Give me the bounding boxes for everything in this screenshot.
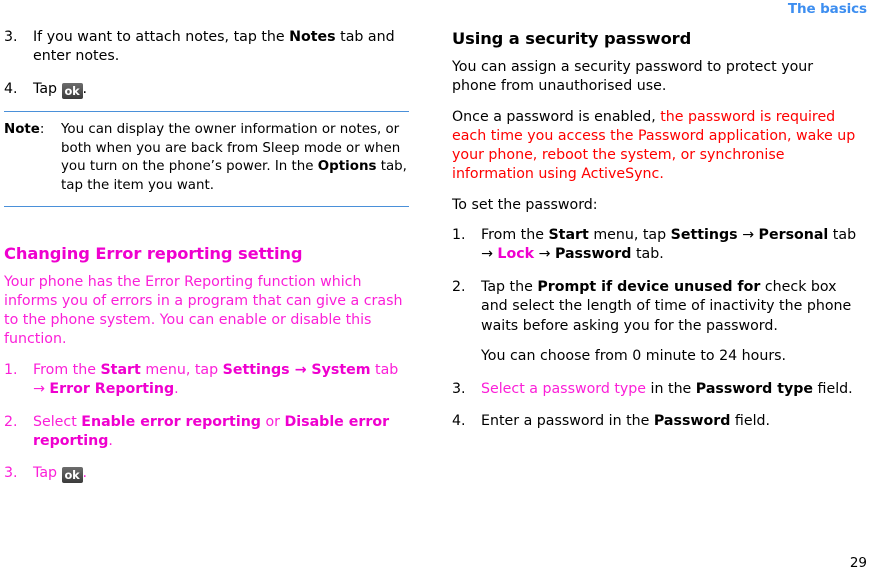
text-run: Start <box>100 361 141 378</box>
text-run: menu, tap <box>140 361 223 378</box>
text-run: . <box>108 433 113 449</box>
paragraph: To set the password: <box>452 196 859 215</box>
text-run: . <box>82 80 88 97</box>
step-sub-paragraph: You can choose from 0 minute to 24 hours… <box>481 348 787 365</box>
paragraph: Once a password is enabled, the password… <box>452 108 859 185</box>
text-run: Personal <box>758 227 829 244</box>
step-item: 3. Tap ok. <box>4 464 411 484</box>
step-text: If you want to attach notes, tap the Not… <box>33 29 395 64</box>
text-run: Tap the <box>481 278 538 295</box>
page-number: 29 <box>849 555 867 571</box>
text-run: Settings <box>670 227 738 244</box>
note-callout: Note: You can display the owner informat… <box>4 111 409 207</box>
text-run: → <box>737 227 759 244</box>
text-run: From the <box>33 361 101 378</box>
text-run: Password <box>554 246 632 263</box>
text-run: Select <box>33 413 82 430</box>
step-number: 3. <box>4 29 18 45</box>
step-text: Select a password type in the Password t… <box>481 381 853 397</box>
step-item: 4. Enter a password in the Password field… <box>452 412 859 431</box>
text-run: Start <box>548 227 589 244</box>
security-password-paragraphs: You can assign a security password to pr… <box>452 58 859 215</box>
step-text: From the Start menu, tap Settings → Syst… <box>33 362 398 397</box>
text-run: tab <box>370 361 399 378</box>
text-run: System <box>311 361 371 378</box>
text-run: → <box>289 361 312 378</box>
section-intro-paragraph: Your phone has the Error Reporting funct… <box>4 273 403 348</box>
note-text: You can display the owner information or… <box>61 122 407 193</box>
note-label-colon: : <box>39 122 45 138</box>
section-heading-security-password: Using a security password <box>452 29 692 48</box>
ok-key-glyph: ok <box>61 82 83 99</box>
text-run: → <box>534 246 555 263</box>
text-run: → <box>33 381 50 398</box>
step-number: 1. <box>452 227 466 244</box>
text-run: Select a password type <box>481 380 647 397</box>
text-run: in the <box>646 380 696 397</box>
step-text: Enter a password in the Password field. <box>481 413 770 429</box>
step-text: From the Start menu, tap Settings → Pers… <box>481 227 856 262</box>
note-label-word: Note <box>4 122 40 138</box>
step-number: 2. <box>452 278 466 295</box>
security-password-step-list: 1. From the Start menu, tap Settings → Pe… <box>452 226 859 431</box>
text-run: To set the password: <box>452 196 598 213</box>
step-number: 4. <box>4 80 18 97</box>
text-run: From the <box>481 227 549 244</box>
text-run: . <box>174 381 179 398</box>
running-header-title: The basics <box>787 1 867 17</box>
step-number: 3. <box>452 380 466 397</box>
text-run: You can assign a security password to pr… <box>452 59 814 95</box>
step-text: Select Enable error reporting or Disable… <box>33 414 389 449</box>
text-run: Password <box>653 412 731 429</box>
text-run: . <box>82 465 88 482</box>
text-run: field. <box>730 412 771 429</box>
text-run: Options <box>317 159 377 175</box>
step-item: 3. Select a password type in the Password… <box>452 380 859 399</box>
text-run: Notes <box>289 29 336 45</box>
text-run: Password type <box>695 380 814 397</box>
step-item: 2. Tap the Prompt if device unused for ch… <box>452 278 859 367</box>
text-run: Settings <box>222 361 290 378</box>
text-run: Tap <box>33 465 62 482</box>
step-item: 4. Tap ok. <box>4 80 411 99</box>
error-reporting-step-list: 1. From the Start menu, tap Settings → Sy… <box>4 361 411 484</box>
step-text: Tap ok. <box>33 80 88 99</box>
step-item: 1. From the Start menu, tap Settings → Sy… <box>4 361 411 400</box>
step-text: Tap the Prompt if device unused for chec… <box>481 279 851 334</box>
text-run: Tap <box>33 80 62 97</box>
right-column: Using a security password You can assign… <box>452 28 859 431</box>
text-run: . <box>659 166 664 183</box>
step-item: 3. If you want to attach notes, tap the N… <box>4 28 411 67</box>
left-continued-step-list: 3. If you want to attach notes, tap the N… <box>4 28 411 99</box>
text-run: If you want to attach notes, tap the <box>33 29 290 45</box>
ok-key-glyph: ok <box>61 467 83 484</box>
text-run: Lock <box>497 246 535 263</box>
text-run: or <box>260 413 285 430</box>
step-text: Tap ok. <box>33 465 88 484</box>
step-number: 4. <box>452 412 466 429</box>
section-heading-error-reporting: Changing Error reporting setting <box>4 243 303 263</box>
page-header: The basics <box>0 0 875 22</box>
step-number: 2. <box>4 413 18 430</box>
step-number: 1. <box>4 361 18 378</box>
step-item: 2. Select Enable error reporting or Disab… <box>4 413 411 452</box>
left-column: 3. If you want to attach notes, tap the N… <box>4 28 411 484</box>
text-run: Once a password is enabled, <box>452 108 661 125</box>
note-label: Note: <box>4 121 44 140</box>
text-run: Prompt if device unused for <box>537 278 761 295</box>
text-run: Enable error reporting <box>81 413 261 430</box>
text-run: Enter a password in the <box>481 412 654 429</box>
text-run: menu, tap <box>588 227 671 244</box>
text-run: Error Reporting <box>49 381 175 398</box>
text-run: tab. <box>631 246 664 263</box>
step-number: 3. <box>4 465 18 482</box>
note-callout-body: Note: You can display the owner informat… <box>4 121 409 195</box>
step-item: 1. From the Start menu, tap Settings → Pe… <box>452 226 859 265</box>
paragraph: You can assign a security password to pr… <box>452 58 859 97</box>
text-run: field. <box>813 380 853 397</box>
